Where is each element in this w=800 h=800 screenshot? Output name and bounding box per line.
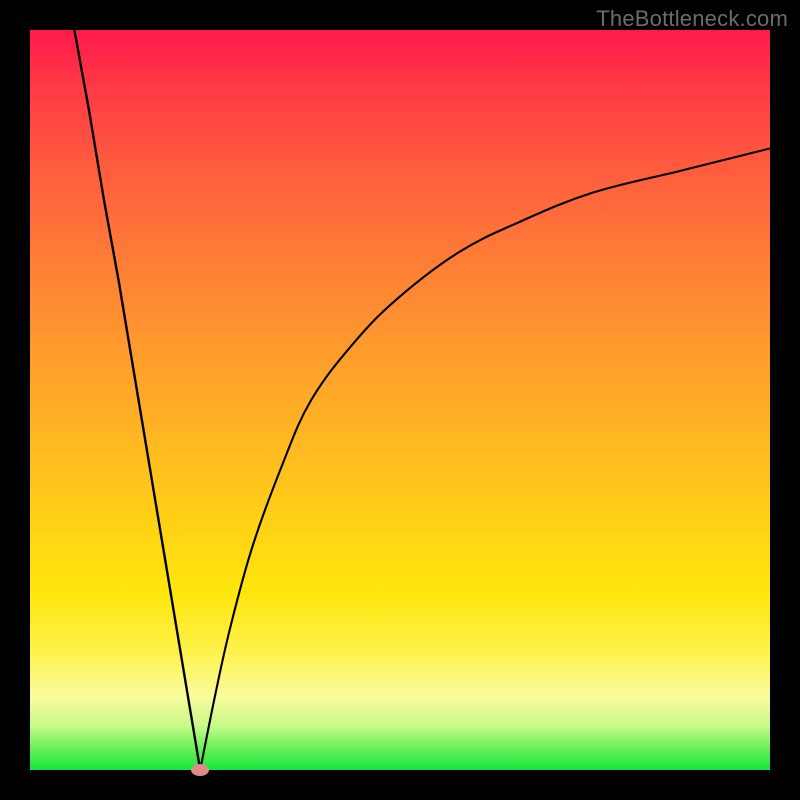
- watermark-text: TheBottleneck.com: [596, 6, 788, 32]
- plot-area: [30, 30, 770, 770]
- curve-right-branch: [200, 148, 770, 770]
- bottleneck-curve: [30, 30, 770, 770]
- bottleneck-marker: [191, 764, 209, 776]
- chart-frame: TheBottleneck.com: [0, 0, 800, 800]
- curve-left-branch: [74, 30, 200, 770]
